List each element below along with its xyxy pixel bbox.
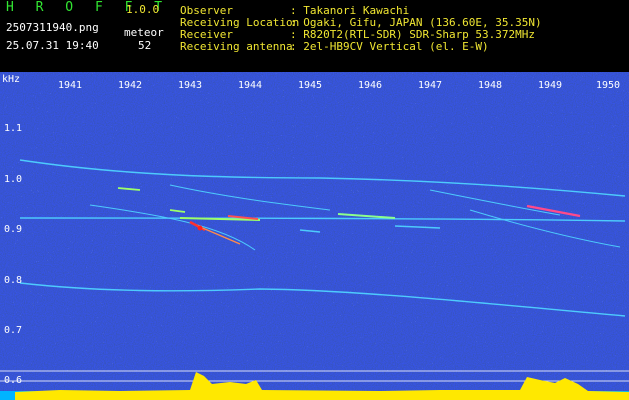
spectrogram-canvas — [0, 72, 629, 400]
y-tick-2: 1.0 — [4, 174, 23, 185]
info-value-antenna: : 2el-HB9CV Vertical (el. E-W) — [290, 40, 489, 53]
x-tick-2: 1942 — [118, 80, 143, 91]
meteor-count: 52 — [138, 39, 152, 52]
x-tick-9: 1949 — [538, 80, 563, 91]
y-axis-unit: kHz — [2, 74, 21, 85]
datetime-label: 25.07.31 19:40 — [6, 39, 99, 52]
y-tick-1: 1.1 — [4, 123, 23, 134]
x-tick-7: 1947 — [418, 80, 443, 91]
meteor-echo-hotspot-1 — [197, 225, 203, 231]
meteor-label: meteor — [124, 26, 164, 39]
x-tick-8: 1948 — [478, 80, 503, 91]
info-label-antenna: Receiving antenna — [180, 40, 293, 53]
app-version: 1.0.0 — [126, 3, 160, 16]
x-tick-4: 1944 — [238, 80, 263, 91]
x-tick-10: 1950 — [596, 80, 621, 91]
y-tick-6: 0.6 — [4, 375, 23, 386]
noise-speckles — [0, 72, 629, 372]
filename-label: 2507311940.png — [6, 21, 99, 34]
x-tick-1: 1941 — [58, 80, 83, 91]
x-tick-6: 1946 — [358, 80, 383, 91]
y-tick-5: 0.7 — [4, 325, 23, 336]
header-panel: H R O F F T 1.0.0 2507311940.png 25.07.3… — [0, 0, 629, 72]
x-tick-5: 1945 — [298, 80, 323, 91]
y-tick-3: 0.9 — [4, 224, 23, 235]
y-tick-4: 0.8 — [4, 275, 23, 286]
x-tick-3: 1943 — [178, 80, 203, 91]
